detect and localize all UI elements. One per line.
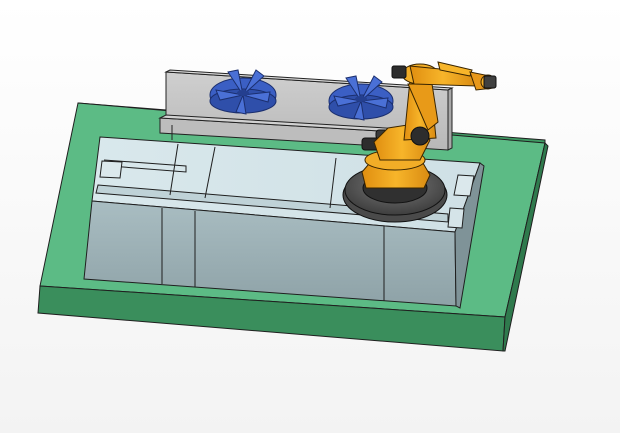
cad-3d-viewport[interactable]: [0, 0, 620, 433]
assembly-scene[interactable]: [0, 0, 620, 433]
